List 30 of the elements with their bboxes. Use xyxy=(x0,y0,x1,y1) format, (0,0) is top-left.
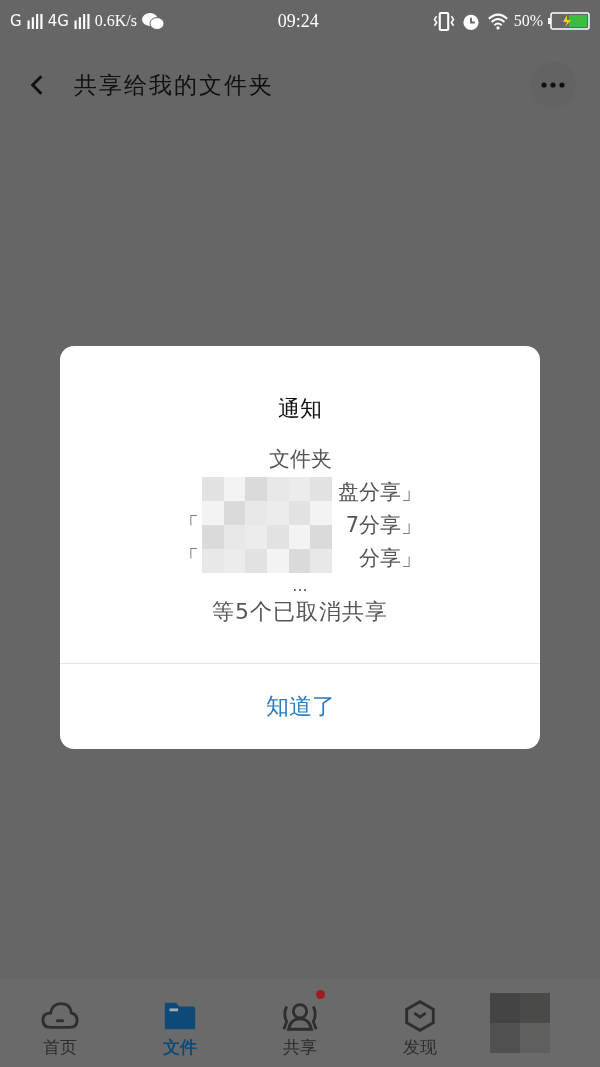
message-fragment: 「 xyxy=(178,511,199,539)
cloud-icon xyxy=(41,999,79,1032)
message-fragment: 7分享」 xyxy=(345,511,422,539)
nav-tab[interactable]: 文件 xyxy=(120,987,240,1059)
battery-icon xyxy=(548,12,590,30)
network-label: 4G xyxy=(47,12,69,30)
clock-time: 09:24 xyxy=(277,10,319,32)
network-label: G xyxy=(10,12,22,30)
message-summary: 等5个已取消共享 xyxy=(212,598,388,626)
network-speed: 0.6K/s xyxy=(94,12,138,30)
nav-tab[interactable]: 发现 xyxy=(360,987,480,1059)
nav-tab[interactable]: 首页 xyxy=(0,987,120,1059)
acknowledge-button[interactable]: 知道了 xyxy=(60,663,540,749)
battery-percent: 50% xyxy=(513,12,543,30)
signal-icon xyxy=(73,13,90,29)
vibrate-icon xyxy=(432,11,455,31)
wifi-icon xyxy=(486,11,509,31)
nav-tab[interactable]: 共享 xyxy=(240,987,360,1059)
more-icon xyxy=(541,82,565,88)
message-fragment: 「 xyxy=(178,544,199,572)
message-fragment: 分享」 xyxy=(359,544,422,572)
pixelated-image xyxy=(490,993,550,1053)
dialog-title: 通知 xyxy=(278,395,322,423)
chat-bubbles-icon xyxy=(142,11,165,31)
back-icon[interactable] xyxy=(30,74,44,96)
page-title: 共享给我的文件夹 xyxy=(74,70,274,100)
signal-icon xyxy=(26,13,43,29)
message-fragment: 盘分享」 xyxy=(338,478,422,506)
message-line: 文件夹 xyxy=(268,445,332,473)
message-ellipsis: ... xyxy=(292,576,308,595)
